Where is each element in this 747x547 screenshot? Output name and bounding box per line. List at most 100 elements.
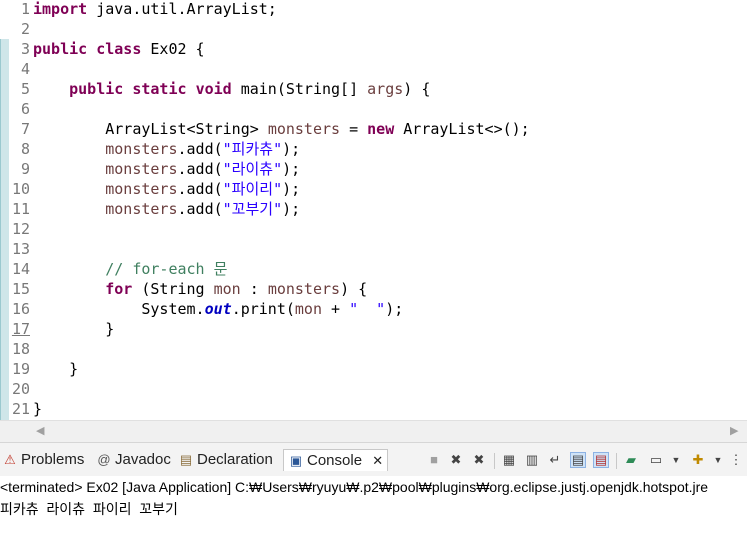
word-wrap-icon[interactable]: ↵ (547, 452, 563, 468)
code-token: ArrayList<>(); (394, 120, 530, 138)
code-text: System.out.print(mon + " "); (33, 299, 403, 319)
code-text: monsters.add("피카츄"); (33, 139, 300, 159)
tab-javadoc[interactable]: @ Javadoc (96, 449, 171, 471)
code-line: 15 for (String mon : monsters) { (0, 279, 747, 299)
code-token: monsters (105, 160, 178, 178)
code-line: 6 (0, 99, 747, 119)
line-number: 15 (11, 280, 30, 298)
code-token: "라이츄" (222, 160, 283, 178)
line-number: 5 (20, 80, 30, 98)
chevron-down-icon[interactable]: ▼ (668, 452, 684, 468)
tab-declaration[interactable]: ▤ Declaration (178, 449, 273, 471)
line-number: 1 (20, 0, 30, 18)
line-number: 16 (11, 300, 30, 318)
code-line: 10 monsters.add("파이리"); (0, 179, 747, 199)
scroll-left-arrow-icon[interactable]: ◀ (36, 424, 44, 437)
view-menu-icon[interactable]: ⋮ (728, 452, 744, 468)
line-number: 6 (20, 100, 30, 118)
code-token: void (195, 80, 232, 98)
code-token: ); (282, 200, 301, 218)
code-line: 9 monsters.add("라이츄"); (0, 159, 747, 179)
code-text: } (33, 319, 114, 339)
line-number: 3 (20, 40, 30, 58)
toolbar-separator (616, 453, 617, 469)
declaration-icon: ▤ (179, 452, 193, 467)
show-on-stdout-icon[interactable]: ▤ (570, 452, 586, 468)
code-token: Ex02 { (141, 40, 205, 58)
code-editor[interactable]: 1 import java.util.ArrayList; 2 3 public cla… (0, 0, 747, 420)
line-number: 17 (11, 320, 30, 338)
code-token: monsters (267, 120, 341, 138)
code-text: // for-each 문 (33, 259, 227, 279)
code-token: .add( (177, 160, 223, 178)
console-output[interactable]: <terminated> Ex02 [Java Application] C:₩… (0, 476, 747, 547)
remove-all-icon[interactable]: ✖ (471, 452, 487, 468)
code-token: args (367, 80, 404, 98)
line-number: 11 (11, 200, 30, 218)
code-token: .add( (177, 180, 223, 198)
tab-console-label: Console (307, 452, 363, 469)
terminate-icon[interactable]: ■ (426, 452, 442, 468)
line-number: 14 (11, 260, 30, 278)
code-token: monsters (105, 180, 178, 198)
code-text: public static void main(String[] args) { (33, 79, 430, 99)
scroll-lock-icon[interactable]: ▥ (524, 452, 540, 468)
line-number: 2 (20, 20, 30, 38)
code-line: 18 (0, 339, 747, 359)
code-token: class (96, 40, 142, 58)
code-text: monsters.add("파이리"); (33, 179, 300, 199)
code-token: (String (132, 280, 214, 298)
line-number: 18 (11, 340, 30, 358)
code-token: ); (282, 160, 301, 178)
tab-javadoc-label: Javadoc (115, 451, 171, 468)
remove-launch-icon[interactable]: ✖ (448, 452, 464, 468)
console-status: <terminated> Ex02 [Java Application] C:₩… (0, 479, 709, 495)
code-line: 7 ArrayList<String> monsters = new Array… (0, 119, 747, 139)
code-token: "꼬부기" (222, 200, 283, 218)
code-token: monsters (105, 200, 178, 218)
code-token: ) { (403, 80, 431, 98)
close-icon[interactable]: ✕ (372, 453, 383, 468)
code-text: public class Ex02 { (33, 39, 205, 59)
tab-problems-label: Problems (21, 451, 85, 468)
code-token: : (240, 280, 268, 298)
tab-console[interactable]: ▣ Console ✕ (283, 449, 389, 471)
code-line: 12 (0, 219, 747, 239)
line-number: 9 (20, 160, 30, 178)
code-line: 3 public class Ex02 { (0, 39, 747, 59)
code-token: out (204, 300, 232, 318)
chevron-down-icon[interactable]: ▼ (710, 452, 726, 468)
line-number: 8 (20, 140, 30, 158)
code-token: "피카츄" (222, 140, 283, 158)
code-token: ); (282, 140, 301, 158)
code-token: ) { (340, 280, 368, 298)
line-number: 10 (11, 180, 30, 198)
javadoc-icon: @ (97, 452, 111, 467)
horizontal-scrollbar[interactable]: ◀ ▶ (0, 420, 747, 442)
tab-declaration-label: Declaration (197, 451, 273, 468)
clear-console-icon[interactable]: ▦ (501, 452, 517, 468)
pin-console-icon[interactable]: ▰ (623, 452, 639, 468)
line-number: 19 (11, 360, 30, 378)
code-token: " " (349, 300, 386, 318)
code-token: mon (294, 300, 322, 318)
code-line: 11 monsters.add("꼬부기"); (0, 199, 747, 219)
code-line: 21} (0, 399, 747, 419)
open-console-icon[interactable]: ✚ (690, 452, 706, 468)
code-token: .add( (177, 140, 223, 158)
code-line: 19 } (0, 359, 747, 379)
code-line: 17 } (0, 319, 747, 339)
code-token: for (105, 280, 133, 298)
scroll-right-arrow-icon[interactable]: ▶ (730, 424, 738, 437)
code-line: 1 import java.util.ArrayList; (0, 0, 747, 19)
tab-problems[interactable]: ⚠ Problems (2, 449, 84, 471)
show-on-stderr-icon[interactable]: ▤ (593, 452, 609, 468)
code-token: public (33, 40, 88, 58)
display-console-icon[interactable]: ▭ (648, 452, 664, 468)
